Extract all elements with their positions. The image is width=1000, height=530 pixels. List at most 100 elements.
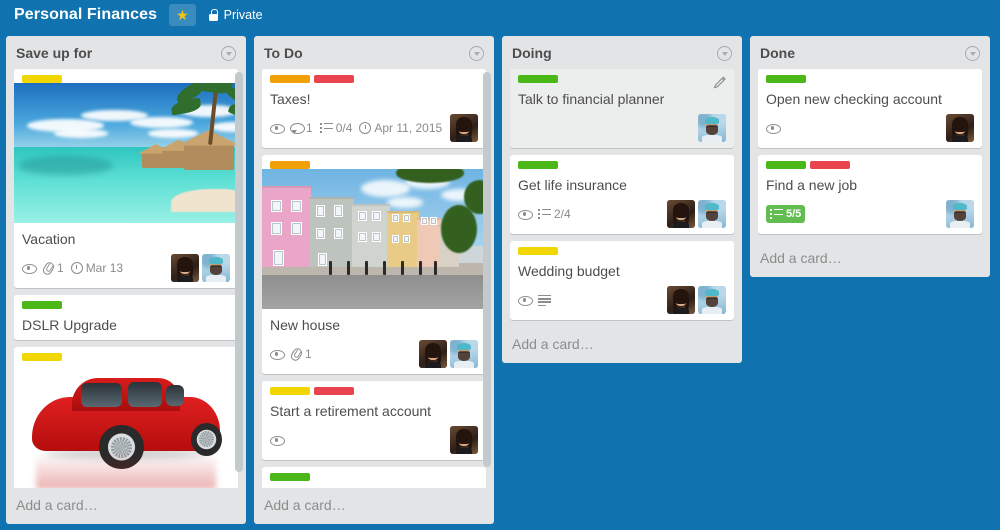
- card-body: Wedding budget: [510, 255, 734, 320]
- avatar[interactable]: [450, 340, 478, 368]
- card[interactable]: Find a new job 5/5: [758, 155, 982, 234]
- pencil-icon[interactable]: [713, 75, 727, 89]
- clock-icon: [359, 122, 372, 134]
- card[interactable]: Car: [14, 347, 238, 488]
- card[interactable]: Open new checking account: [758, 69, 982, 148]
- board-visibility-button[interactable]: Private: [206, 4, 270, 26]
- card-body: Talk to financial planner: [510, 83, 734, 148]
- star-board-button[interactable]: ★: [169, 4, 196, 26]
- avatar[interactable]: [450, 426, 478, 454]
- avatar[interactable]: [667, 286, 695, 314]
- badge-attachment: 1: [42, 261, 64, 275]
- card-badges: [270, 426, 478, 454]
- comment-icon: [290, 122, 305, 134]
- card-label[interactable]: [22, 75, 62, 83]
- avatar[interactable]: [202, 254, 230, 282]
- card-label[interactable]: [314, 387, 354, 395]
- card[interactable]: Start a retirement account: [262, 381, 486, 460]
- avatar[interactable]: [171, 254, 199, 282]
- add-card-button[interactable]: Add a card…: [750, 241, 990, 277]
- avatar[interactable]: [419, 340, 447, 368]
- card[interactable]: DSLR Upgrade: [14, 295, 238, 340]
- badge-eye: [518, 209, 533, 220]
- card-label[interactable]: [22, 301, 62, 309]
- badge-clock: Apr 11, 2015: [359, 121, 442, 135]
- list-scrollbar[interactable]: [235, 72, 243, 472]
- card-body: Start a retirement account: [262, 395, 486, 460]
- add-card-button[interactable]: Add a card…: [502, 327, 742, 363]
- avatar[interactable]: [450, 114, 478, 142]
- chevron-down-circle-icon[interactable]: [965, 46, 980, 61]
- card-label[interactable]: [270, 75, 310, 83]
- avatar[interactable]: [698, 200, 726, 228]
- card-title: DSLR Upgrade: [22, 317, 117, 333]
- badge-checklist: 0/4: [319, 121, 352, 135]
- card-label[interactable]: [518, 161, 558, 169]
- add-card-button[interactable]: Add a card…: [6, 488, 246, 524]
- checklist-icon: [538, 208, 551, 220]
- badge-checklist: 5/5: [766, 205, 806, 223]
- card-label[interactable]: [518, 247, 558, 255]
- card[interactable]: Talk to financial planner: [510, 69, 734, 148]
- badge-text: 5/5: [786, 208, 802, 220]
- card-labels: [758, 155, 982, 169]
- card-label[interactable]: [270, 387, 310, 395]
- card[interactable]: Set long-term goals: [262, 467, 486, 488]
- description-icon: [538, 294, 551, 307]
- eye-icon: [766, 123, 781, 134]
- list-title[interactable]: Done: [760, 45, 795, 61]
- avatar[interactable]: [698, 114, 726, 142]
- card[interactable]: Vacation 1 Mar 13: [14, 69, 238, 288]
- card-labels: [262, 467, 486, 481]
- list-title[interactable]: To Do: [264, 45, 303, 61]
- badge-text: 1: [57, 261, 64, 275]
- card-body: Find a new job 5/5: [758, 169, 982, 234]
- chevron-down-circle-icon[interactable]: [717, 46, 732, 61]
- badge-text: 1: [306, 121, 313, 135]
- card-title: Find a new job: [766, 177, 858, 193]
- chevron-down-circle-icon[interactable]: [469, 46, 484, 61]
- card-label[interactable]: [314, 75, 354, 83]
- card-labels: [758, 69, 982, 83]
- card-body: New house 1: [262, 309, 486, 374]
- avatar[interactable]: [667, 200, 695, 228]
- list-header: Done: [750, 36, 990, 69]
- list: Doing Talk to financial planner Get life i…: [502, 36, 742, 363]
- avatar[interactable]: [946, 200, 974, 228]
- card-cover-image: [14, 361, 238, 488]
- add-card-button[interactable]: Add a card…: [254, 488, 494, 524]
- card-cover-image: [262, 169, 486, 309]
- avatar[interactable]: [698, 286, 726, 314]
- card-labels: [14, 347, 238, 361]
- card[interactable]: New house 1: [262, 155, 486, 374]
- card-title: Get life insurance: [518, 177, 627, 193]
- card-list: Talk to financial planner Get life insura…: [502, 69, 742, 327]
- card-label[interactable]: [766, 161, 806, 169]
- card-badges: [766, 114, 974, 142]
- badge-clock: Mar 13: [70, 261, 123, 275]
- card[interactable]: Taxes! 1 0/4 Apr 11, 2015: [262, 69, 486, 148]
- card-label[interactable]: [766, 75, 806, 83]
- card-title: Start a retirement account: [270, 403, 432, 419]
- board-title[interactable]: Personal Finances: [6, 3, 165, 28]
- card-labels: [262, 381, 486, 395]
- badge-text: 2/4: [554, 207, 571, 221]
- card-label[interactable]: [270, 161, 310, 169]
- card-label[interactable]: [22, 353, 62, 361]
- card-labels: [14, 69, 238, 83]
- chevron-down-circle-icon[interactable]: [221, 46, 236, 61]
- card-body: DSLR Upgrade: [14, 309, 238, 340]
- avatar[interactable]: [946, 114, 974, 142]
- card-label[interactable]: [518, 75, 558, 83]
- list-title[interactable]: Save up for: [16, 45, 92, 61]
- list-title[interactable]: Doing: [512, 45, 552, 61]
- card-label[interactable]: [810, 161, 850, 169]
- card-label[interactable]: [270, 473, 310, 481]
- badge-comment: 1: [290, 121, 313, 135]
- card[interactable]: Wedding budget: [510, 241, 734, 320]
- list-scrollbar[interactable]: [483, 72, 491, 467]
- card-members: [946, 200, 974, 228]
- lock-icon: [208, 9, 219, 21]
- card[interactable]: Get life insurance 2/4: [510, 155, 734, 234]
- card-badges: 5/5: [766, 200, 974, 228]
